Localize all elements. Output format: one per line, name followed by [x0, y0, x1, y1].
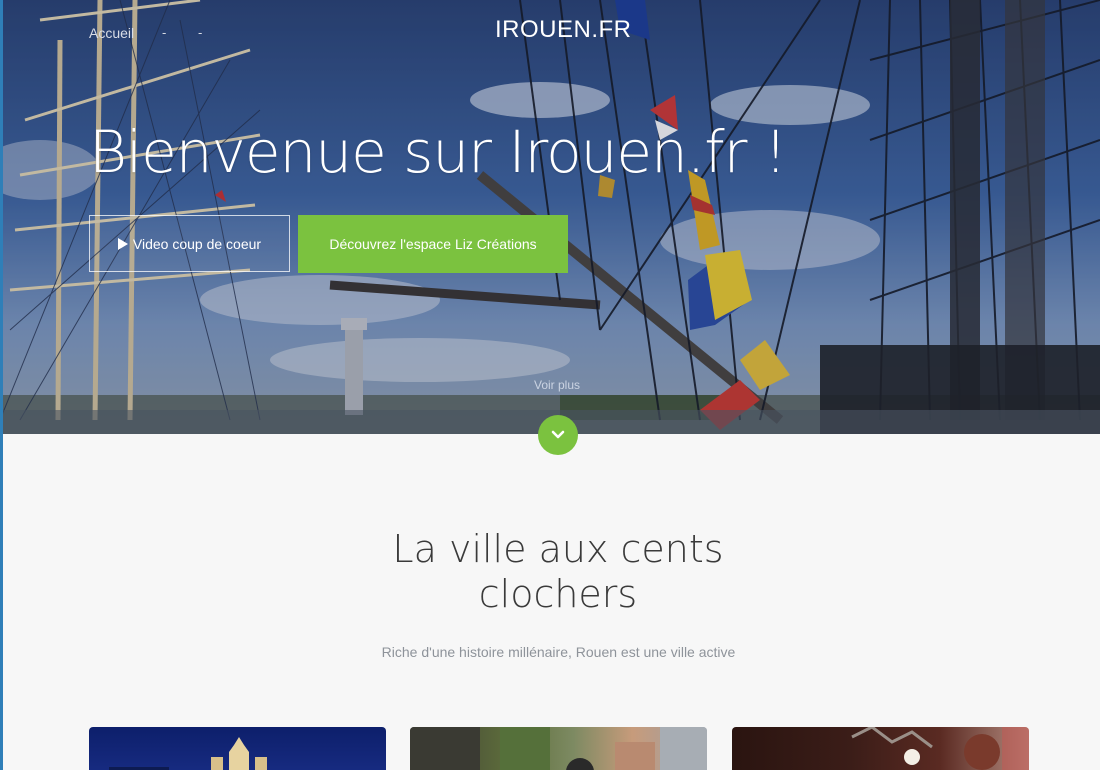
hero-banner: Accueil - - IROUEN.FR Bienvenue sur Irou…: [0, 0, 1100, 434]
chevron-down-icon: [551, 430, 565, 439]
section-title: La ville aux cents clochers: [392, 527, 724, 616]
concert-photo: [851, 727, 1029, 770]
liz-creations-button[interactable]: Découvrez l'espace Liz Créations: [298, 215, 568, 273]
scroll-down-button[interactable]: [538, 415, 578, 455]
video-button[interactable]: Video coup de coeur: [89, 215, 290, 272]
card-concert-image[interactable]: [732, 727, 1029, 770]
card-street-image[interactable]: [410, 727, 707, 770]
street-photo: [410, 727, 707, 770]
window-edge: [0, 0, 3, 770]
video-button-label: Video coup de coeur: [132, 235, 262, 252]
hero-title: Bienvenue sur Irouen.fr !: [89, 118, 787, 186]
see-more-link[interactable]: Voir plus: [534, 378, 580, 392]
play-icon: [117, 237, 128, 250]
nav-separator: -: [198, 25, 203, 40]
cathedral-photo: [109, 737, 267, 770]
section-subtitle: Riche d'une histoire millénaire, Rouen e…: [381, 644, 736, 660]
liz-creations-button-label: Découvrez l'espace Liz Créations: [329, 236, 537, 252]
nav-home-link[interactable]: Accueil: [89, 25, 134, 41]
nav-separator: -: [162, 25, 167, 40]
page: Accueil - - IROUEN.FR Bienvenue sur Irou…: [0, 0, 1100, 770]
site-logo[interactable]: IROUEN.FR: [495, 16, 632, 44]
card-cathedral-image[interactable]: [89, 727, 386, 770]
